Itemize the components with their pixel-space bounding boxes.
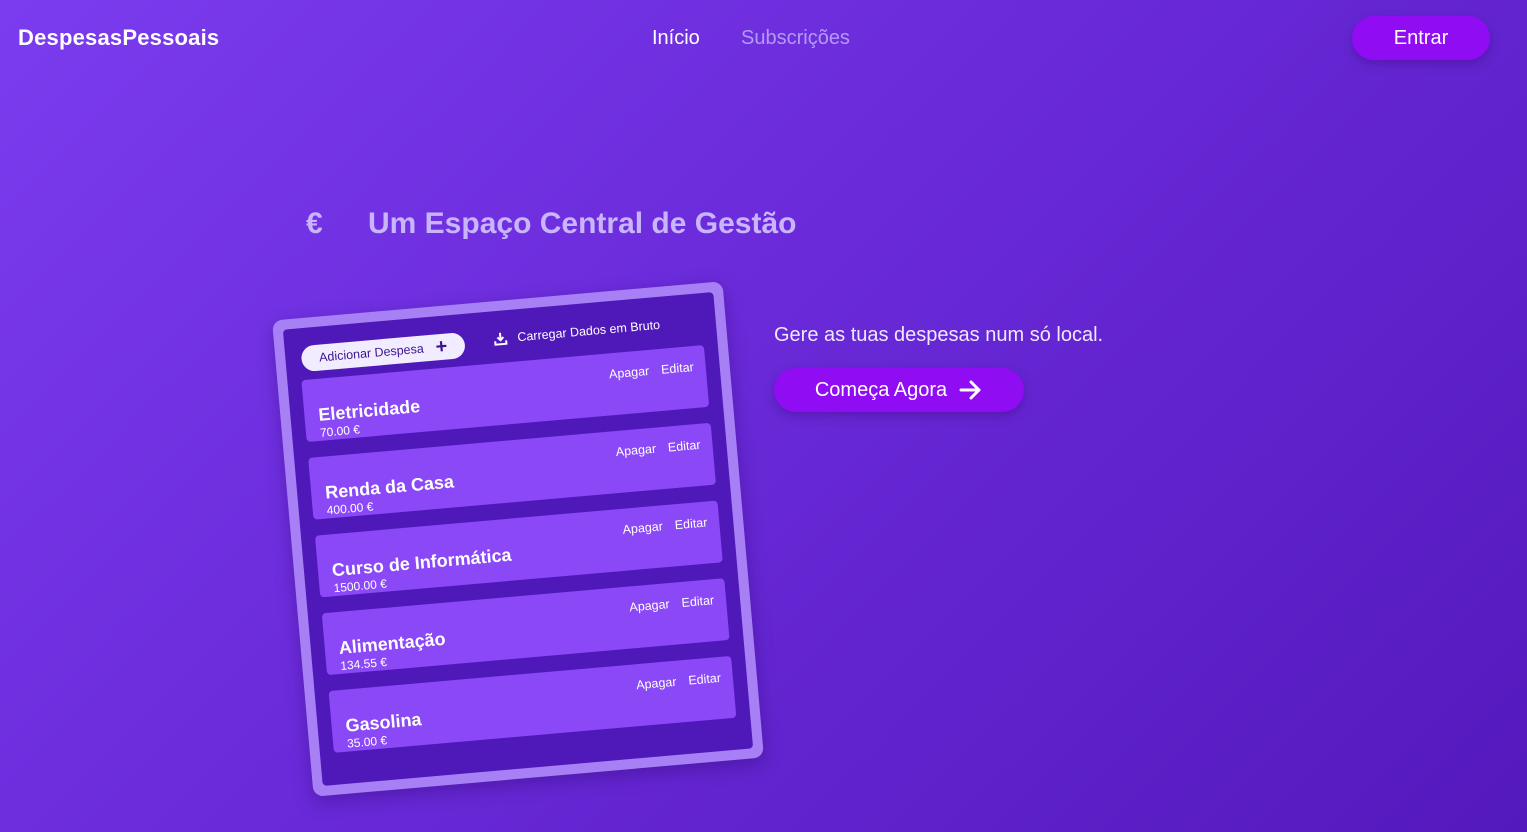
hero-title: Um Espaço Central de Gestão [368, 207, 797, 240]
start-now-button[interactable]: Começa Agora [774, 368, 1024, 412]
expense-name: Alimentação [337, 628, 447, 658]
expense-actions: Apagar Editar [636, 671, 722, 692]
expense-actions: Apagar Editar [622, 515, 708, 536]
mockup-frame: Adicionar Despesa + Carregar Dados em Br… [272, 281, 764, 797]
start-now-label: Começa Agora [814, 378, 948, 401]
edit-expense-button[interactable]: Editar [688, 671, 722, 688]
app-preview-mockup: Adicionar Despesa + Carregar Dados em Br… [272, 281, 764, 797]
expense-amount: 134.55 € [339, 654, 388, 673]
add-expense-button[interactable]: Adicionar Despesa + [300, 331, 467, 373]
add-expense-label: Adicionar Despesa [318, 341, 425, 365]
edit-expense-button[interactable]: Editar [681, 593, 715, 610]
expense-name: Curso de Informática [331, 544, 513, 581]
hero-heading: € Um Espaço Central de Gestão [306, 207, 796, 241]
upload-raw-data-label: Carregar Dados em Bruto [516, 317, 661, 345]
expense-amount: 35.00 € [346, 733, 388, 751]
expense-actions: Apagar Editar [608, 360, 694, 381]
euro-icon: € [306, 207, 323, 240]
top-navbar: DespesasPessoais Início Subscrições Entr… [0, 0, 1527, 78]
download-icon [493, 331, 508, 346]
upload-raw-data-button[interactable]: Carregar Dados em Bruto [493, 318, 661, 347]
expense-actions: Apagar Editar [629, 593, 715, 614]
edit-expense-button[interactable]: Editar [661, 360, 695, 377]
expense-name: Renda da Casa [324, 471, 455, 503]
hero-tagline: Gere as tuas despesas num só local. [774, 324, 1104, 346]
arrow-right-icon [959, 380, 983, 400]
delete-expense-button[interactable]: Apagar [622, 519, 663, 536]
delete-expense-button[interactable]: Apagar [615, 442, 656, 459]
brand-logo[interactable]: DespesasPessoais [18, 25, 219, 51]
expense-actions: Apagar Editar [615, 438, 701, 459]
expense-amount: 70.00 € [319, 422, 361, 440]
login-button[interactable]: Entrar [1352, 16, 1490, 60]
delete-expense-button[interactable]: Apagar [629, 597, 670, 614]
delete-expense-button[interactable]: Apagar [636, 675, 677, 692]
edit-expense-button[interactable]: Editar [674, 515, 708, 532]
nav-link-subscricoes[interactable]: Subscrições [741, 27, 850, 50]
expense-name: Eletricidade [317, 396, 421, 425]
mockup-panel: Adicionar Despesa + Carregar Dados em Br… [282, 292, 754, 786]
nav-link-inicio[interactable]: Início [652, 27, 700, 50]
delete-expense-button[interactable]: Apagar [608, 364, 649, 381]
expense-item: Gasolina 35.00 € Apagar Editar [328, 655, 737, 753]
expense-amount: 400.00 € [326, 499, 374, 518]
expense-list: Eletricidade 70.00 € Apagar Editar Renda da … [301, 345, 737, 753]
plus-icon: + [434, 335, 449, 359]
edit-expense-button[interactable]: Editar [667, 438, 701, 455]
